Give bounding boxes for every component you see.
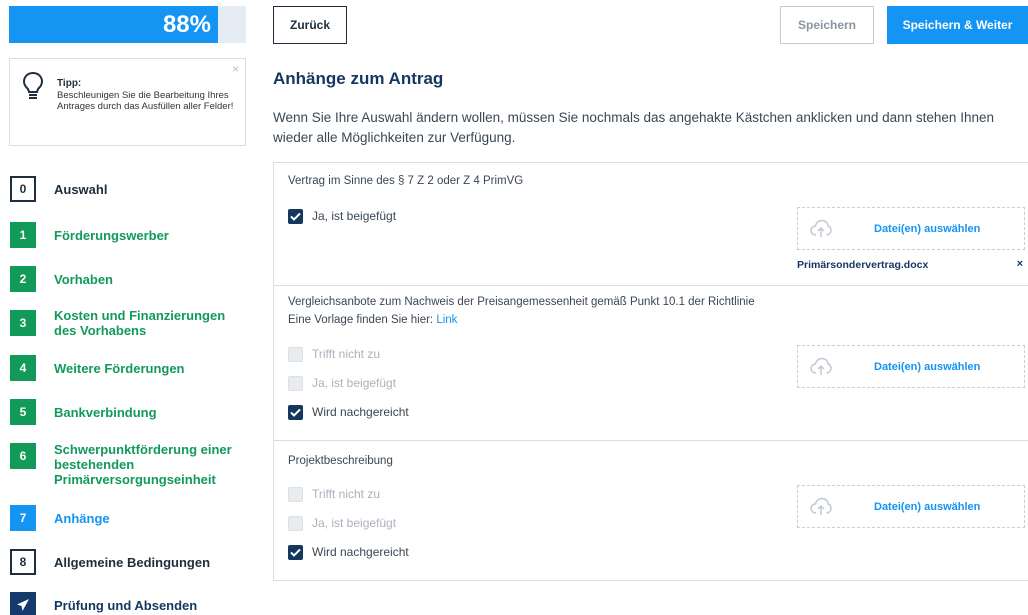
step-label: Kosten und Finanzierungen des Vorhabens xyxy=(54,308,226,338)
progress-bar: 88% xyxy=(9,6,246,43)
checkbox-unchecked-icon[interactable] xyxy=(288,486,303,502)
send-icon xyxy=(17,599,29,611)
upload-label: Datei(en) auswählen xyxy=(874,501,981,513)
checkbox-unchecked-icon[interactable] xyxy=(288,515,303,531)
tip-title: Tipp: xyxy=(57,78,82,89)
section-subtitle: Eine Vorlage finden Sie hier: Link xyxy=(288,313,457,328)
step-number: 7 xyxy=(10,505,36,531)
checkbox-ja-beigefuegt[interactable]: Ja, ist beigefügt xyxy=(288,208,396,224)
checkbox-unchecked-icon[interactable] xyxy=(288,375,303,391)
checkbox-ja-beigefuegt[interactable]: Ja, ist beigefügt xyxy=(288,515,396,531)
checkbox-label: Wird nachgereicht xyxy=(312,405,409,419)
step-label: Weitere Förderungen xyxy=(54,361,185,376)
step-label: Prüfung und Absenden xyxy=(54,598,198,613)
cloud-upload-icon xyxy=(810,219,832,237)
tip-box: × Tipp: Beschleunigen Sie die Bearbeitun… xyxy=(9,58,246,146)
lightbulb-icon xyxy=(22,71,44,99)
upload-label: Datei(en) auswählen xyxy=(874,361,981,373)
checkbox-wird-nachgereicht[interactable]: Wird nachgereicht xyxy=(288,404,409,420)
step-label: Bankverbindung xyxy=(54,405,157,420)
uploaded-file: Primärsondervertrag.docx × xyxy=(797,258,1027,273)
checkbox-label: Ja, ist beigefügt xyxy=(312,209,397,223)
file-upload-button[interactable]: Datei(en) auswählen xyxy=(797,207,1025,250)
progress-percent: 88% xyxy=(162,11,211,38)
step-label: Förderungswerber xyxy=(54,228,169,243)
checkbox-label: Ja, ist beigefügt xyxy=(312,516,397,530)
step-label: Schwerpunktförderung einer bestehenden P… xyxy=(54,442,232,487)
checkbox-checked-icon[interactable] xyxy=(288,544,303,560)
step-number: 2 xyxy=(10,266,36,292)
section-subtitle-text: Eine Vorlage finden Sie hier: xyxy=(288,314,437,326)
upload-label: Datei(en) auswählen xyxy=(874,223,981,235)
checkbox-label: Ja, ist beigefügt xyxy=(312,376,397,390)
page-title: Anhänge zum Antrag xyxy=(273,69,444,88)
attachment-section-projektbeschreibung: Projektbeschreibung Trifft nicht zu Ja, … xyxy=(274,441,1028,581)
checkbox-label: Trifft nicht zu xyxy=(312,347,381,361)
intro-text: Wenn Sie Ihre Auswahl ändern wollen, müs… xyxy=(273,110,994,145)
checkbox-label: Wird nachgereicht xyxy=(312,545,409,559)
step-number: 3 xyxy=(10,310,36,336)
step-label: Vorhaben xyxy=(54,272,113,287)
back-button[interactable]: Zurück xyxy=(273,6,347,44)
attachment-section-vertrag: Vertrag im Sinne des § 7 Z 2 oder Z 4 Pr… xyxy=(274,163,1028,285)
step-label: Auswahl xyxy=(54,182,108,197)
step-number: 6 xyxy=(10,443,36,469)
step-number: 0 xyxy=(10,176,36,202)
step-number xyxy=(10,592,36,615)
file-upload-button[interactable]: Datei(en) auswählen xyxy=(797,345,1025,388)
save-and-next-button[interactable]: Speichern & Weiter xyxy=(887,6,1028,44)
step-number: 1 xyxy=(10,222,36,248)
section-title: Vergleichsanbote zum Nachweis der Preisa… xyxy=(288,296,755,308)
step-label: Allgemeine Bedingungen xyxy=(54,555,211,570)
tip-text: Beschleunigen Sie die Bearbeitung Ihres … xyxy=(57,90,234,112)
step-number: 4 xyxy=(10,355,36,381)
cloud-upload-icon xyxy=(810,357,832,375)
checkbox-wird-nachgereicht[interactable]: Wird nachgereicht xyxy=(288,544,409,560)
checkbox-trifft-nicht-zu[interactable]: Trifft nicht zu xyxy=(288,346,380,362)
checkbox-checked-icon[interactable] xyxy=(288,208,303,224)
checkbox-unchecked-icon[interactable] xyxy=(288,346,303,362)
file-name: Primärsondervertrag.docx xyxy=(797,259,929,271)
section-title: Projektbeschreibung xyxy=(288,455,393,467)
cloud-upload-icon xyxy=(810,497,832,515)
step-label: Anhänge xyxy=(54,511,110,526)
attachment-section-vergleichsanbote: Vergleichsanbote zum Nachweis der Preisa… xyxy=(274,286,1028,440)
template-link[interactable]: Link xyxy=(436,314,457,326)
remove-file-icon[interactable]: × xyxy=(1017,258,1023,270)
step-number: 5 xyxy=(10,399,36,425)
tip-close-icon[interactable]: × xyxy=(232,62,239,76)
checkbox-trifft-nicht-zu[interactable]: Trifft nicht zu xyxy=(288,486,380,502)
checkbox-label: Trifft nicht zu xyxy=(312,487,381,501)
checkbox-ja-beigefuegt[interactable]: Ja, ist beigefügt xyxy=(288,375,396,391)
save-button[interactable]: Speichern xyxy=(780,6,874,44)
file-upload-button[interactable]: Datei(en) auswählen xyxy=(797,485,1025,528)
checkbox-checked-icon[interactable] xyxy=(288,404,303,420)
section-title: Vertrag im Sinne des § 7 Z 2 oder Z 4 Pr… xyxy=(288,175,524,187)
attachments-panel: Vertrag im Sinne des § 7 Z 2 oder Z 4 Pr… xyxy=(273,162,1028,581)
step-number: 8 xyxy=(10,549,36,575)
